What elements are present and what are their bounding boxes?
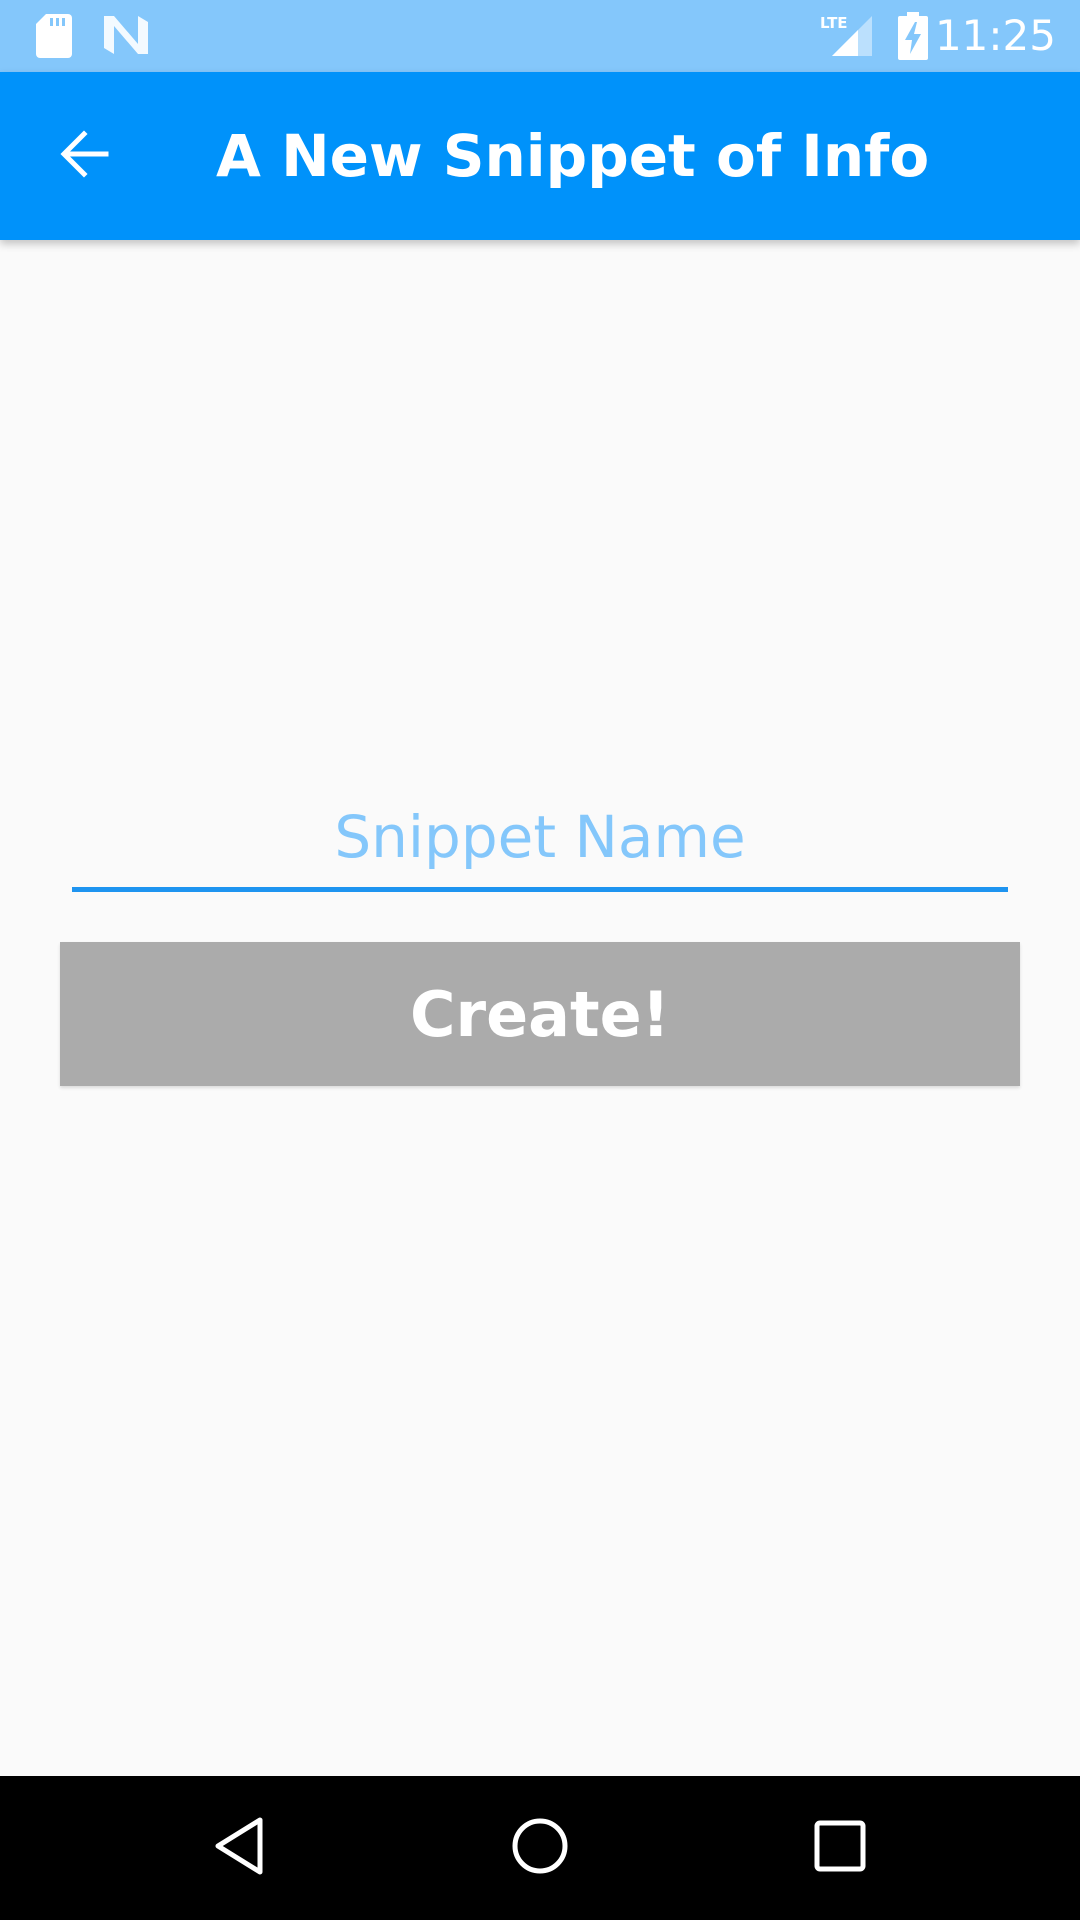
sd-card-icon: [36, 14, 72, 58]
nav-home-button[interactable]: [504, 1812, 576, 1884]
recents-square-icon: [810, 1816, 870, 1880]
navigation-bar: [0, 1776, 1080, 1920]
create-button[interactable]: Create!: [60, 942, 1020, 1086]
snippet-name-field[interactable]: [72, 792, 1008, 892]
battery-charging-icon: [898, 12, 928, 60]
screen: LTE 11:25 A New Snippet of Info Snippet …: [0, 0, 1080, 1920]
back-triangle-icon: [210, 1816, 270, 1880]
home-circle-icon: [510, 1816, 570, 1880]
n-notification-icon: [102, 14, 150, 56]
status-bar: LTE 11:25: [0, 0, 1080, 72]
nav-recents-button[interactable]: [804, 1812, 876, 1884]
back-button[interactable]: [36, 108, 132, 204]
svg-text:LTE: LTE: [820, 14, 848, 32]
app-bar: A New Snippet of Info: [0, 72, 1080, 240]
nav-back-button[interactable]: [204, 1812, 276, 1884]
status-clock: 11:25: [934, 11, 1056, 60]
page-title: A New Snippet of Info: [216, 122, 930, 190]
arrow-left-icon: [56, 126, 112, 186]
lte-signal-icon: LTE: [816, 12, 876, 58]
snippet-name-input[interactable]: [72, 792, 1008, 882]
